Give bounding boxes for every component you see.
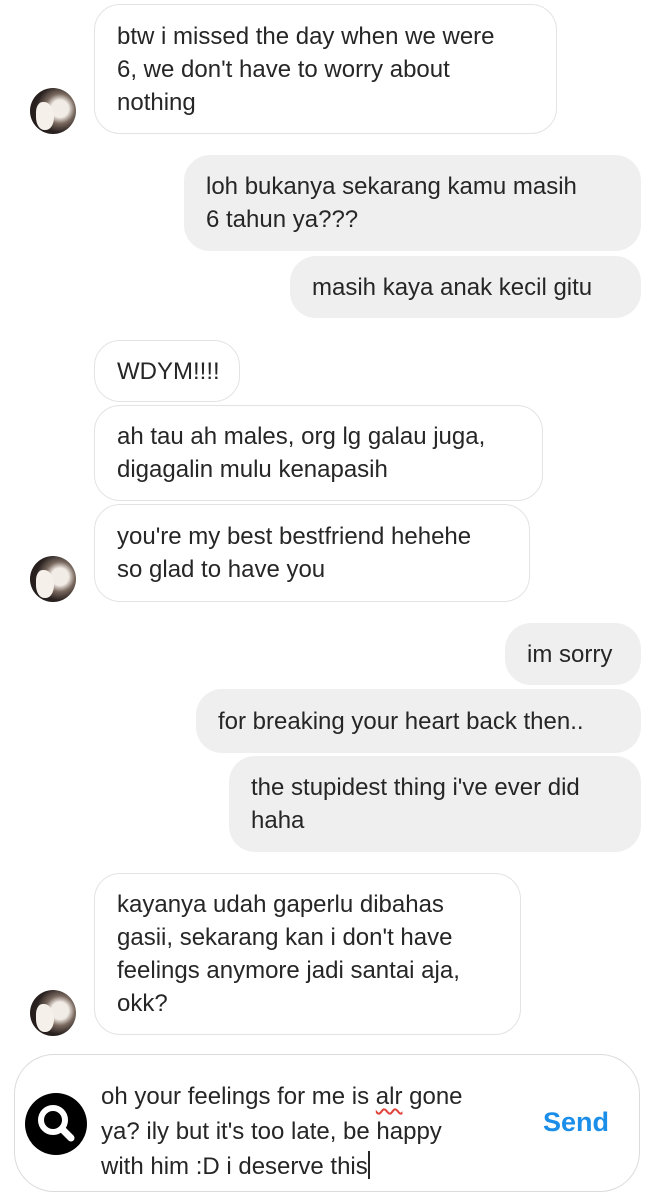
message-bubble-incoming[interactable]: kayanya udah gaperlu dibahas gasii, seka… bbox=[94, 873, 521, 1035]
message-bubble-incoming[interactable]: WDYM!!!! bbox=[94, 340, 240, 402]
input-text-line1-post: gone bbox=[402, 1083, 463, 1110]
message-bubble-incoming[interactable]: ah tau ah males, org lg galau juga, diga… bbox=[94, 405, 543, 501]
text-caret bbox=[367, 1151, 370, 1179]
search-button[interactable] bbox=[25, 1093, 87, 1155]
message-bubble-outgoing[interactable]: im sorry bbox=[505, 623, 641, 685]
message-input[interactable]: oh your feelings for me is alr gone ya? … bbox=[101, 1079, 521, 1184]
message-bubble-outgoing[interactable]: masih kaya anak kecil gitu bbox=[290, 256, 641, 318]
input-text-line1-pre: oh your feelings for me is bbox=[101, 1083, 376, 1110]
message-bubble-outgoing[interactable]: loh bukanya sekarang kamu masih 6 tahun … bbox=[184, 155, 641, 251]
message-bubble-incoming[interactable]: btw i missed the day when we were 6, we … bbox=[94, 4, 557, 134]
search-icon bbox=[38, 1105, 75, 1142]
contact-avatar[interactable] bbox=[30, 990, 76, 1036]
message-bubble-incoming[interactable]: you're my best bestfriend hehehe so glad… bbox=[94, 504, 530, 602]
contact-avatar[interactable] bbox=[30, 556, 76, 602]
misspelled-word: alr bbox=[375, 1083, 403, 1110]
message-bubble-outgoing[interactable]: the stupidest thing i've ever did haha bbox=[229, 756, 641, 852]
message-composer[interactable]: oh your feelings for me is alr gone ya? … bbox=[14, 1054, 640, 1192]
message-bubble-outgoing[interactable]: for breaking your heart back then.. bbox=[196, 689, 641, 753]
contact-avatar[interactable] bbox=[30, 88, 76, 134]
input-text-rest: ya? ily but it's too late, be happy with… bbox=[101, 1118, 442, 1180]
send-button[interactable]: Send bbox=[543, 1107, 609, 1138]
